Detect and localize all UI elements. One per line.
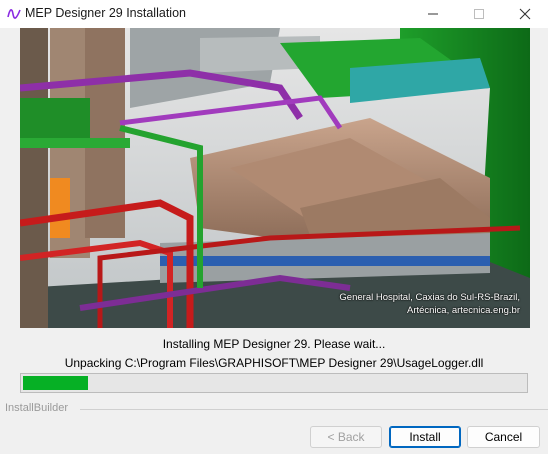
- maximize-button: [456, 0, 502, 28]
- cancel-button[interactable]: Cancel: [467, 426, 540, 448]
- title-bar[interactable]: MEP Designer 29 Installation: [0, 0, 548, 28]
- progress-bar: [20, 373, 528, 393]
- install-button[interactable]: Install: [389, 426, 461, 448]
- mep-model-illustration: [20, 28, 530, 328]
- window-title: MEP Designer 29 Installation: [25, 6, 186, 20]
- wave-logo-icon: [7, 9, 21, 19]
- install-status-message: Installing MEP Designer 29. Please wait.…: [162, 337, 386, 351]
- banner-image: General Hospital, Caxias do Sul-RS-Brazi…: [20, 28, 530, 328]
- back-button[interactable]: < Back: [310, 426, 382, 448]
- progress-bar-fill: [23, 376, 88, 390]
- maximize-icon: [474, 9, 484, 19]
- footer-separator: [80, 409, 548, 410]
- unpacking-file-path: Unpacking C:\Program Files\GRAPHISOFT\ME…: [64, 356, 484, 370]
- minimize-icon: [428, 13, 438, 15]
- close-button[interactable]: [502, 0, 548, 28]
- installbuilder-brand: InstallBuilder: [5, 402, 68, 414]
- minimize-button[interactable]: [410, 0, 456, 28]
- caption-line-2: Artécnica, artecnica.eng.br: [406, 305, 520, 316]
- banner-caption: General Hospital, Caxias do Sul-RS-Brazi…: [339, 291, 520, 317]
- caption-line-1: General Hospital, Caxias do Sul-RS-Brazi…: [339, 292, 520, 303]
- close-icon: [519, 8, 531, 20]
